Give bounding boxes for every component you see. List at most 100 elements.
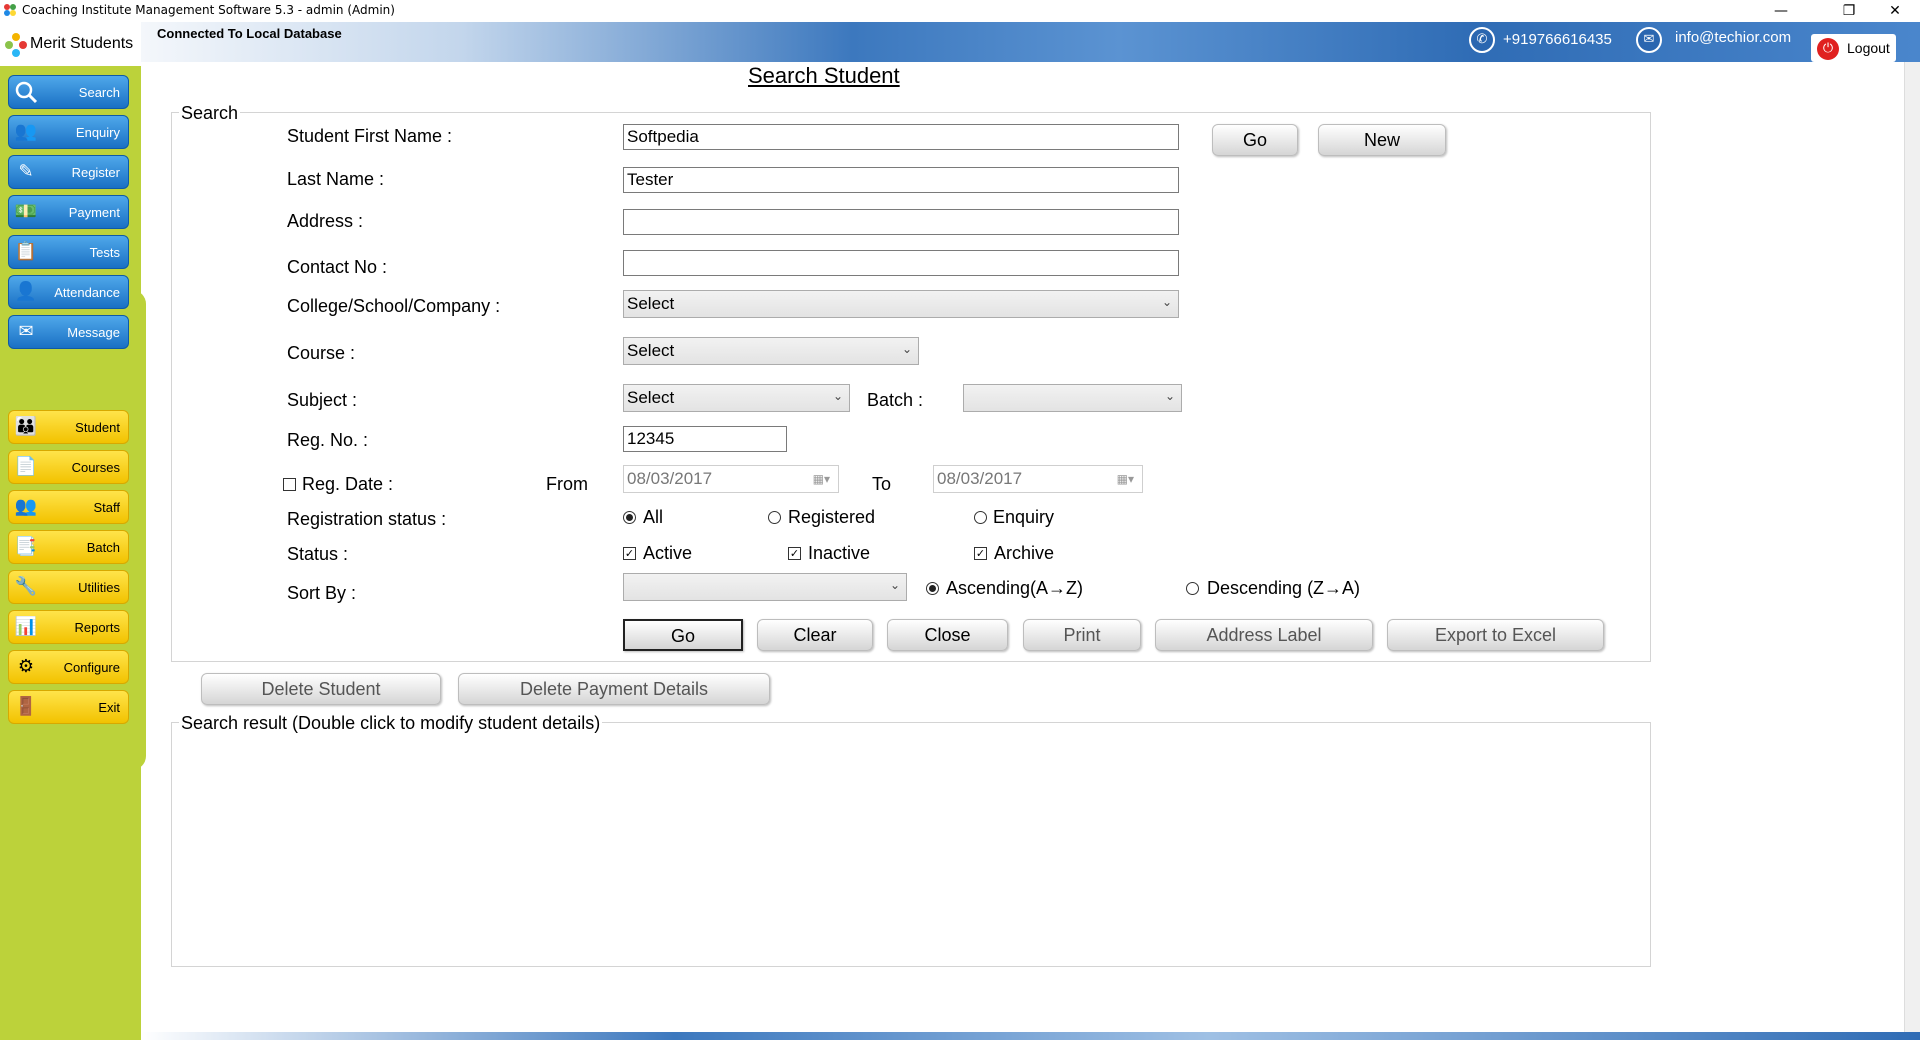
to-date-picker[interactable]: 08/03/2017 ▦▾: [933, 465, 1143, 493]
nav-attendance-button[interactable]: 👤 Attendance: [8, 275, 129, 309]
page-title: Search Student: [748, 63, 900, 88]
batch-select[interactable]: ⌄: [963, 384, 1182, 412]
last-name-label: Last Name :: [287, 169, 385, 189]
nav-utilities-button[interactable]: 🔧 Utilities: [8, 570, 129, 604]
people-icon: 👥: [14, 121, 38, 142]
nav-message-button[interactable]: ✉ Message: [8, 315, 129, 349]
logout-label: Logout: [1847, 40, 1890, 56]
nav-payment-button[interactable]: 💵 Payment: [8, 195, 129, 229]
nav-staff-button[interactable]: 👥 Staff: [8, 490, 129, 524]
minimize-icon[interactable]: —: [1758, 0, 1804, 22]
subject-select[interactable]: Select ⌄: [623, 384, 850, 412]
new-button[interactable]: New: [1318, 124, 1446, 156]
nav-tests-label: Tests: [89, 245, 120, 260]
course-select[interactable]: Select ⌄: [623, 337, 919, 365]
regno-label: Reg. No. :: [287, 430, 369, 450]
sort-descending-radio[interactable]: [1186, 582, 1199, 595]
footer-band: [141, 1032, 1920, 1040]
delete-student-button[interactable]: Delete Student: [201, 673, 441, 705]
go-button[interactable]: Go: [623, 619, 743, 651]
course-select-value: Select: [627, 341, 675, 360]
top-go-button[interactable]: Go: [1212, 124, 1298, 156]
app-icon: [3, 3, 17, 17]
address-input[interactable]: [623, 209, 1179, 235]
reg-status-all-radio[interactable]: [623, 511, 636, 524]
first-name-label: Student First Name :: [287, 126, 453, 146]
status-archive-label: Archive: [994, 543, 1055, 563]
nav-batch-button[interactable]: 📑 Batch: [8, 530, 129, 564]
last-name-input[interactable]: Tester: [623, 167, 1179, 193]
close-button[interactable]: Close: [887, 619, 1008, 651]
reg-status-registered-label: Registered: [788, 507, 876, 527]
document-icon: 📄: [14, 456, 38, 477]
status-label: Status :: [287, 544, 349, 564]
brand-logo-icon: [4, 32, 28, 62]
nav-configure-button[interactable]: ⚙ Configure: [8, 650, 129, 684]
export-excel-button[interactable]: Export to Excel: [1387, 619, 1604, 651]
first-name-input[interactable]: Softpedia: [623, 124, 1179, 150]
from-date-picker[interactable]: 08/03/2017 ▦▾: [623, 465, 839, 493]
contact-label: Contact No :: [287, 257, 388, 277]
nav-student-button[interactable]: 👪 Student: [8, 410, 129, 444]
chevron-down-icon: ⌄: [901, 342, 912, 356]
reg-status-enquiry-radio[interactable]: [974, 511, 987, 524]
nav-tests-button[interactable]: 📋 Tests: [8, 235, 129, 269]
clear-button[interactable]: Clear: [757, 619, 873, 651]
nav-search-label: Search: [78, 85, 120, 100]
college-label: College/School/Company :: [287, 296, 501, 316]
nav-register-label: Register: [71, 165, 120, 180]
attendance-icon: 👤: [14, 281, 38, 302]
status-active-label: Active: [643, 543, 693, 563]
chevron-down-icon: ⌄: [832, 389, 843, 403]
sort-descending-label: Descending (Z→A): [1207, 578, 1361, 598]
sortby-select[interactable]: ⌄: [623, 573, 907, 601]
phone-icon: ✆: [1469, 27, 1495, 53]
test-paper-icon: 📋: [14, 241, 38, 262]
gear-icon: ⚙: [17, 656, 35, 677]
reports-icon: 📊: [14, 616, 38, 637]
calendar-icon: ▦▾: [1116, 472, 1134, 486]
vertical-scrollbar[interactable]: [1904, 62, 1920, 1032]
regdate-checkbox[interactable]: [283, 478, 296, 491]
calendar-icon: ▦▾: [812, 472, 830, 486]
status-inactive-checkbox[interactable]: ✓: [788, 547, 801, 560]
batch-icon: 📑: [14, 536, 38, 557]
search-group-label: Search: [179, 103, 241, 124]
close-icon[interactable]: ✕: [1872, 0, 1918, 22]
from-date-value: 08/03/2017: [627, 469, 713, 488]
nav-exit-label: Exit: [98, 700, 120, 715]
brand-name: Merit Students: [30, 35, 134, 52]
regdate-label: Reg. Date :: [302, 474, 394, 494]
sortby-label: Sort By :: [287, 583, 357, 603]
delete-payment-details-button[interactable]: Delete Payment Details: [458, 673, 770, 705]
nav-courses-label: Courses: [71, 460, 120, 475]
reg-status-registered-radio[interactable]: [768, 511, 781, 524]
status-active-checkbox[interactable]: ✓: [623, 547, 636, 560]
sort-ascending-radio[interactable]: [926, 582, 939, 595]
nav-reports-button[interactable]: 📊 Reports: [8, 610, 129, 644]
nav-configure-label: Configure: [63, 660, 120, 675]
from-label: From: [546, 474, 588, 494]
nav-courses-button[interactable]: 📄 Courses: [8, 450, 129, 484]
regno-input[interactable]: 12345: [623, 426, 787, 452]
nav-search-button[interactable]: Search: [8, 75, 129, 109]
power-icon: ⏻: [1817, 38, 1839, 60]
students-icon: 👪: [14, 416, 38, 437]
college-select-value: Select: [627, 294, 675, 313]
status-archive-checkbox[interactable]: ✓: [974, 547, 987, 560]
window-title-bar: Coaching Institute Management Software 5…: [0, 0, 1920, 22]
nav-staff-label: Staff: [93, 500, 120, 515]
results-groupbox[interactable]: [171, 722, 1651, 967]
restore-icon[interactable]: ❐: [1826, 0, 1872, 22]
logout-button[interactable]: ⏻ Logout: [1811, 34, 1896, 62]
sidebar-tab: [130, 290, 146, 770]
nav-register-button[interactable]: ✎ Register: [8, 155, 129, 189]
address-label-button[interactable]: Address Label: [1155, 619, 1373, 651]
nav-exit-button[interactable]: 🚪 Exit: [8, 690, 129, 724]
sort-ascending-label: Ascending(A→Z): [946, 578, 1084, 598]
contact-input[interactable]: [623, 250, 1179, 276]
print-button[interactable]: Print: [1023, 619, 1141, 651]
nav-enquiry-button[interactable]: 👥 Enquiry: [8, 115, 129, 149]
college-select[interactable]: Select ⌄: [623, 290, 1179, 318]
nav-payment-label: Payment: [68, 205, 120, 220]
